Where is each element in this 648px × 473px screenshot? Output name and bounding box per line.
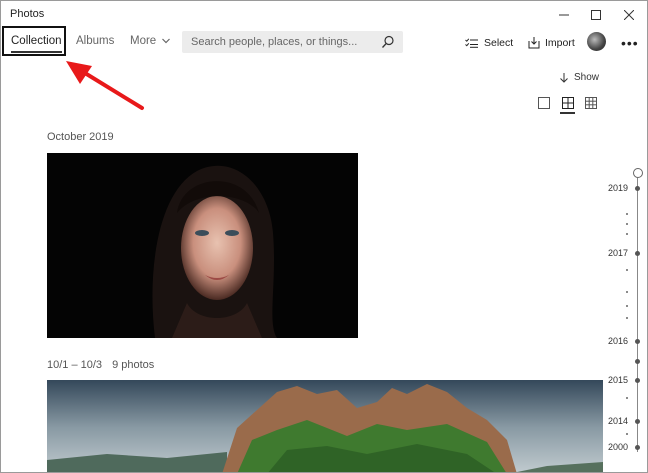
timeline-tick — [626, 433, 628, 435]
timeline-year-2014[interactable]: 2014 — [608, 416, 628, 426]
small-grid-icon[interactable] — [585, 97, 597, 109]
timeline-marker — [635, 445, 640, 450]
timeline-tick — [626, 223, 628, 225]
timeline-marker — [635, 359, 640, 364]
timeline-year-2016[interactable]: 2016 — [608, 336, 628, 346]
timeline-marker — [635, 251, 640, 256]
search-icon[interactable] — [381, 35, 395, 49]
timeline-marker — [635, 186, 640, 191]
timeline-marker — [635, 378, 640, 383]
timeline-tick — [626, 317, 628, 319]
photos-count: 9 photos — [112, 359, 155, 371]
show-label: Show — [574, 72, 600, 83]
timeline-year-2000[interactable]: 2000 — [608, 442, 628, 452]
group-range-label: 10/1 – 10/3 — [47, 359, 103, 371]
tab-more-label: More — [130, 35, 157, 47]
timeline-tick — [626, 233, 628, 235]
timeline-track[interactable] — [637, 178, 638, 452]
timeline-tick — [626, 213, 628, 215]
app-title: Photos — [10, 8, 45, 20]
timeline-tick — [626, 291, 628, 293]
search-box[interactable]: Search people, places, or things... — [182, 31, 403, 53]
select-button[interactable]: Select — [465, 37, 513, 49]
arrow-down-icon — [560, 72, 568, 83]
timeline-tick — [626, 269, 628, 271]
select-label: Select — [484, 37, 514, 49]
timeline-year-2017[interactable]: 2017 — [608, 248, 628, 258]
title-bar: Photos — [1, 1, 647, 29]
timeline-top-handle[interactable] — [633, 168, 643, 178]
search-input[interactable]: Search people, places, or things... — [191, 36, 357, 48]
landscape-photo — [47, 380, 603, 472]
single-view-icon[interactable] — [538, 97, 550, 109]
annotation-arrow — [66, 61, 144, 110]
avatar[interactable] — [587, 32, 606, 51]
group-date-label: October 2019 — [47, 131, 114, 143]
close-icon[interactable] — [613, 1, 645, 29]
photo-thumbnail[interactable] — [47, 380, 603, 472]
tab-albums[interactable]: Albums — [76, 35, 114, 47]
view-mode-underline — [560, 112, 575, 114]
import-icon — [528, 37, 540, 49]
timeline-year-2015[interactable]: 2015 — [608, 375, 628, 385]
group-range-header: 10/1 – 10/3 9 photos — [47, 359, 154, 371]
import-button[interactable]: Import — [528, 37, 575, 49]
maximize-icon[interactable] — [580, 1, 612, 29]
timeline-marker — [635, 339, 640, 344]
checklist-icon — [465, 38, 478, 48]
timeline-year-2019[interactable]: 2019 — [608, 183, 628, 193]
timeline-tick — [626, 305, 628, 307]
photo-thumbnail[interactable] — [47, 153, 358, 338]
minimize-icon[interactable] — [548, 1, 580, 29]
portrait-photo — [47, 153, 358, 338]
medium-grid-icon[interactable] — [562, 97, 574, 109]
timeline-tick — [626, 397, 628, 399]
show-button[interactable]: Show — [560, 72, 599, 83]
tab-more[interactable]: More — [130, 35, 171, 47]
timeline-marker — [635, 419, 640, 424]
chevron-down-icon — [162, 38, 171, 44]
collection-highlight-box — [2, 26, 66, 56]
more-dots-icon[interactable]: ••• — [621, 35, 639, 51]
import-label: Import — [545, 37, 575, 49]
